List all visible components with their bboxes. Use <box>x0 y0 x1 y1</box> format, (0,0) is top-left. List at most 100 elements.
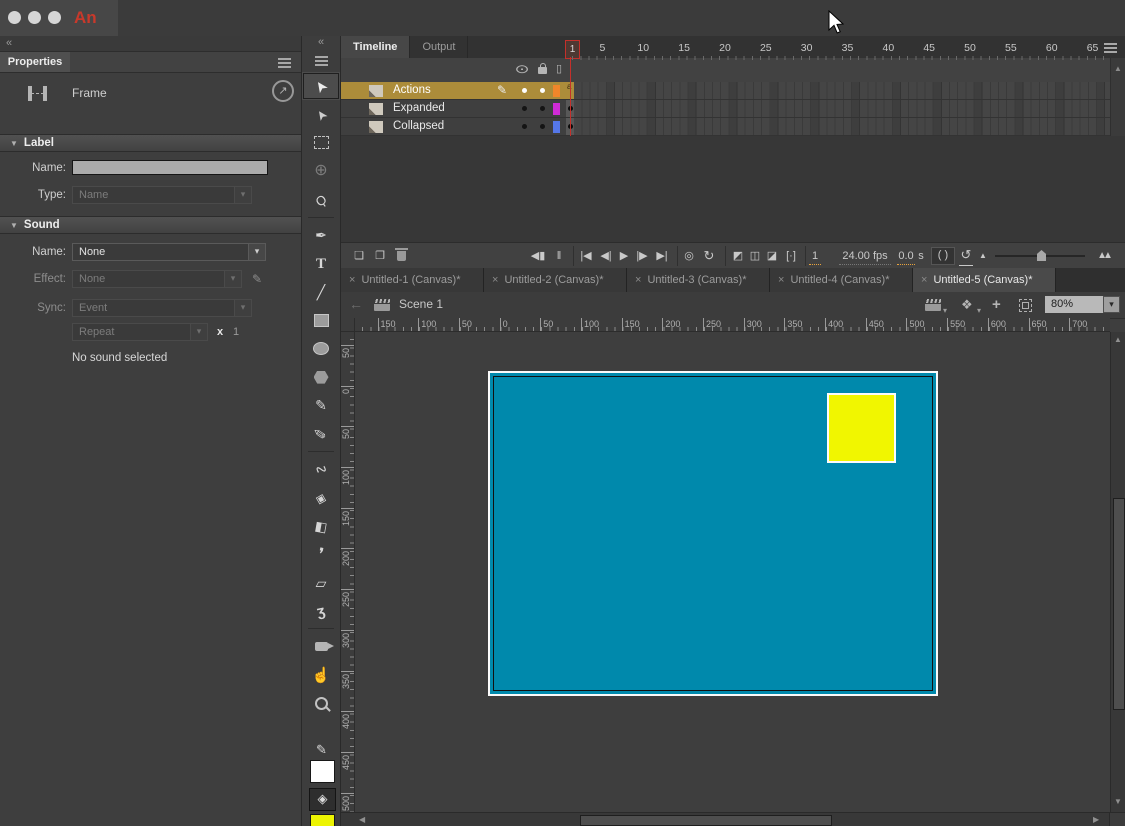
edit-sound-envelope-icon[interactable]: ✎ <box>252 272 262 286</box>
ink-bottle-tool[interactable] <box>302 512 340 540</box>
tools-collapse-strip[interactable]: « <box>302 36 340 50</box>
step-forward-button[interactable]: |▶ <box>633 243 651 269</box>
close-tab-icon[interactable]: × <box>492 274 498 286</box>
timeline-layer-row[interactable]: Actions ✎ a <box>341 82 1110 100</box>
line-tool[interactable] <box>302 278 340 306</box>
layer-name[interactable]: Actions <box>393 82 431 99</box>
layer-outline-color-swatch[interactable] <box>553 121 560 133</box>
panel-menu-icon[interactable] <box>278 58 291 60</box>
play-button[interactable]: ▶ <box>617 243 631 269</box>
window-zoom-button[interactable] <box>48 11 61 24</box>
frame-rate-value[interactable]: 24.00 fps <box>839 248 891 265</box>
tab-properties[interactable]: Properties <box>0 52 70 72</box>
back-arrow-icon[interactable]: ← <box>349 292 363 317</box>
show-hide-layers-icon[interactable]: ⊙ <box>514 62 529 76</box>
free-transform-tool[interactable] <box>302 129 340 157</box>
edit-symbols-icon[interactable]: ❖ <box>961 292 973 317</box>
scroll-right-icon[interactable]: ▶ <box>1093 814 1099 826</box>
timeline-layer-row[interactable]: Collapsed ✎ <box>341 118 1110 136</box>
step-back-button[interactable]: ◀| <box>597 243 615 269</box>
scene-name[interactable]: Scene 1 <box>399 292 443 317</box>
fill-bucket-icon[interactable]: ◈ <box>309 788 336 811</box>
hand-tool[interactable] <box>302 661 340 689</box>
label-name-input[interactable] <box>72 160 268 175</box>
asset-warp-tool[interactable] <box>302 597 340 625</box>
reset-timeline-zoom-button[interactable]: ↺ <box>959 245 973 266</box>
edit-scene-icon[interactable] <box>925 299 941 311</box>
edit-multiple-frames-button[interactable]: ◪ <box>765 243 779 269</box>
pasteboard[interactable] <box>355 332 1110 812</box>
layer-visibility-dot[interactable] <box>522 124 527 129</box>
close-tab-icon[interactable]: × <box>778 274 784 286</box>
document-tab[interactable]: ×Untitled-4 (Canvas)* <box>770 268 913 292</box>
pen-tool[interactable] <box>302 221 340 249</box>
rectangle-tool[interactable] <box>302 306 340 334</box>
zoom-select-arrow[interactable]: ▾ <box>1103 296 1120 313</box>
chevron-down-icon[interactable]: ▾ <box>943 306 947 315</box>
close-tab-icon[interactable]: × <box>349 274 355 286</box>
section-collapse-icon[interactable]: ▼ <box>10 221 18 230</box>
label-section-header[interactable]: ▼Label <box>0 134 301 152</box>
horizontal-scroll-thumb[interactable] <box>580 815 832 826</box>
camera-tool[interactable] <box>302 632 340 660</box>
close-tab-icon[interactable]: × <box>921 274 927 286</box>
vertical-scroll-thumb[interactable] <box>1113 498 1125 710</box>
eyedropper-tool[interactable] <box>302 540 340 568</box>
yellow-rectangle-object[interactable] <box>827 393 896 463</box>
new-folder-button[interactable]: ❐ <box>372 243 388 269</box>
timeline-tab[interactable]: Output <box>410 36 468 58</box>
vertical-scrollbar[interactable]: ▲ ▼ <box>1110 332 1125 812</box>
frame-span-toggle-button[interactable]: ( ) <box>931 247 955 265</box>
3d-rotation-tool[interactable] <box>302 157 340 185</box>
section-collapse-icon[interactable]: ▼ <box>10 139 18 148</box>
eraser-tool[interactable] <box>302 569 340 597</box>
onion-skin-button[interactable]: ◩ <box>731 243 745 269</box>
layer-lock-dot[interactable] <box>540 106 545 111</box>
repeat-count-value[interactable]: 1 <box>233 326 239 338</box>
center-frame-button[interactable]: ◎ <box>681 243 697 269</box>
pause-marks-button[interactable]: ‖ <box>553 243 565 269</box>
selection-tool[interactable] <box>302 72 340 100</box>
panel-collapse-strip[interactable]: « <box>0 36 301 52</box>
scroll-left-icon[interactable]: ◀ <box>359 814 365 826</box>
document-tab[interactable]: ×Untitled-3 (Canvas)* <box>627 268 770 292</box>
layer-name[interactable]: Collapsed <box>393 118 444 135</box>
layer-visibility-dot[interactable] <box>522 88 527 93</box>
slider-thumb[interactable] <box>1037 250 1046 261</box>
zoom-tool[interactable] <box>302 689 340 717</box>
playhead-line[interactable] <box>570 57 571 136</box>
chevron-down-icon[interactable]: ▾ <box>977 306 981 315</box>
timeline-tab[interactable]: Timeline <box>341 36 410 58</box>
lock-layers-icon[interactable] <box>538 67 547 74</box>
lasso-tool[interactable] <box>302 186 340 214</box>
zoom-in-frames-icon[interactable]: ▲▲ <box>1093 243 1113 269</box>
document-tab[interactable]: ×Untitled-2 (Canvas)* <box>484 268 627 292</box>
horizontal-scrollbar[interactable]: ◀ ▶ <box>341 812 1125 826</box>
polystar-tool[interactable] <box>302 363 340 391</box>
outline-layers-icon[interactable]: ▯ <box>556 62 562 75</box>
delete-layer-button[interactable] <box>397 251 406 261</box>
fill-color-swatch[interactable] <box>310 814 335 826</box>
layer-name[interactable]: Expanded <box>393 100 445 117</box>
go-to-last-frame-button[interactable]: ▶| <box>653 243 671 269</box>
stroke-color-swatch[interactable] <box>310 760 335 783</box>
center-stage-icon[interactable]: + <box>992 292 1001 317</box>
layer-outline-color-swatch[interactable] <box>553 103 560 115</box>
window-minimize-button[interactable] <box>28 11 41 24</box>
scroll-up-icon[interactable]: ▲ <box>1114 64 1122 73</box>
close-tab-icon[interactable]: × <box>635 274 641 286</box>
scroll-up-icon[interactable]: ▲ <box>1114 335 1122 344</box>
paint-bucket-tool[interactable] <box>302 483 340 511</box>
zoom-level-select[interactable]: 80% <box>1045 296 1103 313</box>
collapse-chevron-icon[interactable]: « <box>318 36 324 48</box>
scroll-down-icon[interactable]: ▼ <box>1114 797 1122 806</box>
layer-lock-dot[interactable] <box>540 124 545 129</box>
modify-markers-button[interactable]: [·] <box>782 243 800 269</box>
document-tab[interactable]: ×Untitled-1 (Canvas)* <box>341 268 484 292</box>
current-frame-value[interactable]: 1 <box>809 248 821 265</box>
insert-keyframe-marker-button[interactable]: ◀▮ <box>527 243 549 269</box>
timeline-zoom-slider[interactable] <box>995 255 1085 257</box>
bone-tool[interactable] <box>302 455 340 483</box>
document-tab[interactable]: ×Untitled-5 (Canvas)* <box>913 268 1056 292</box>
new-layer-button[interactable]: ❏ <box>351 243 367 269</box>
